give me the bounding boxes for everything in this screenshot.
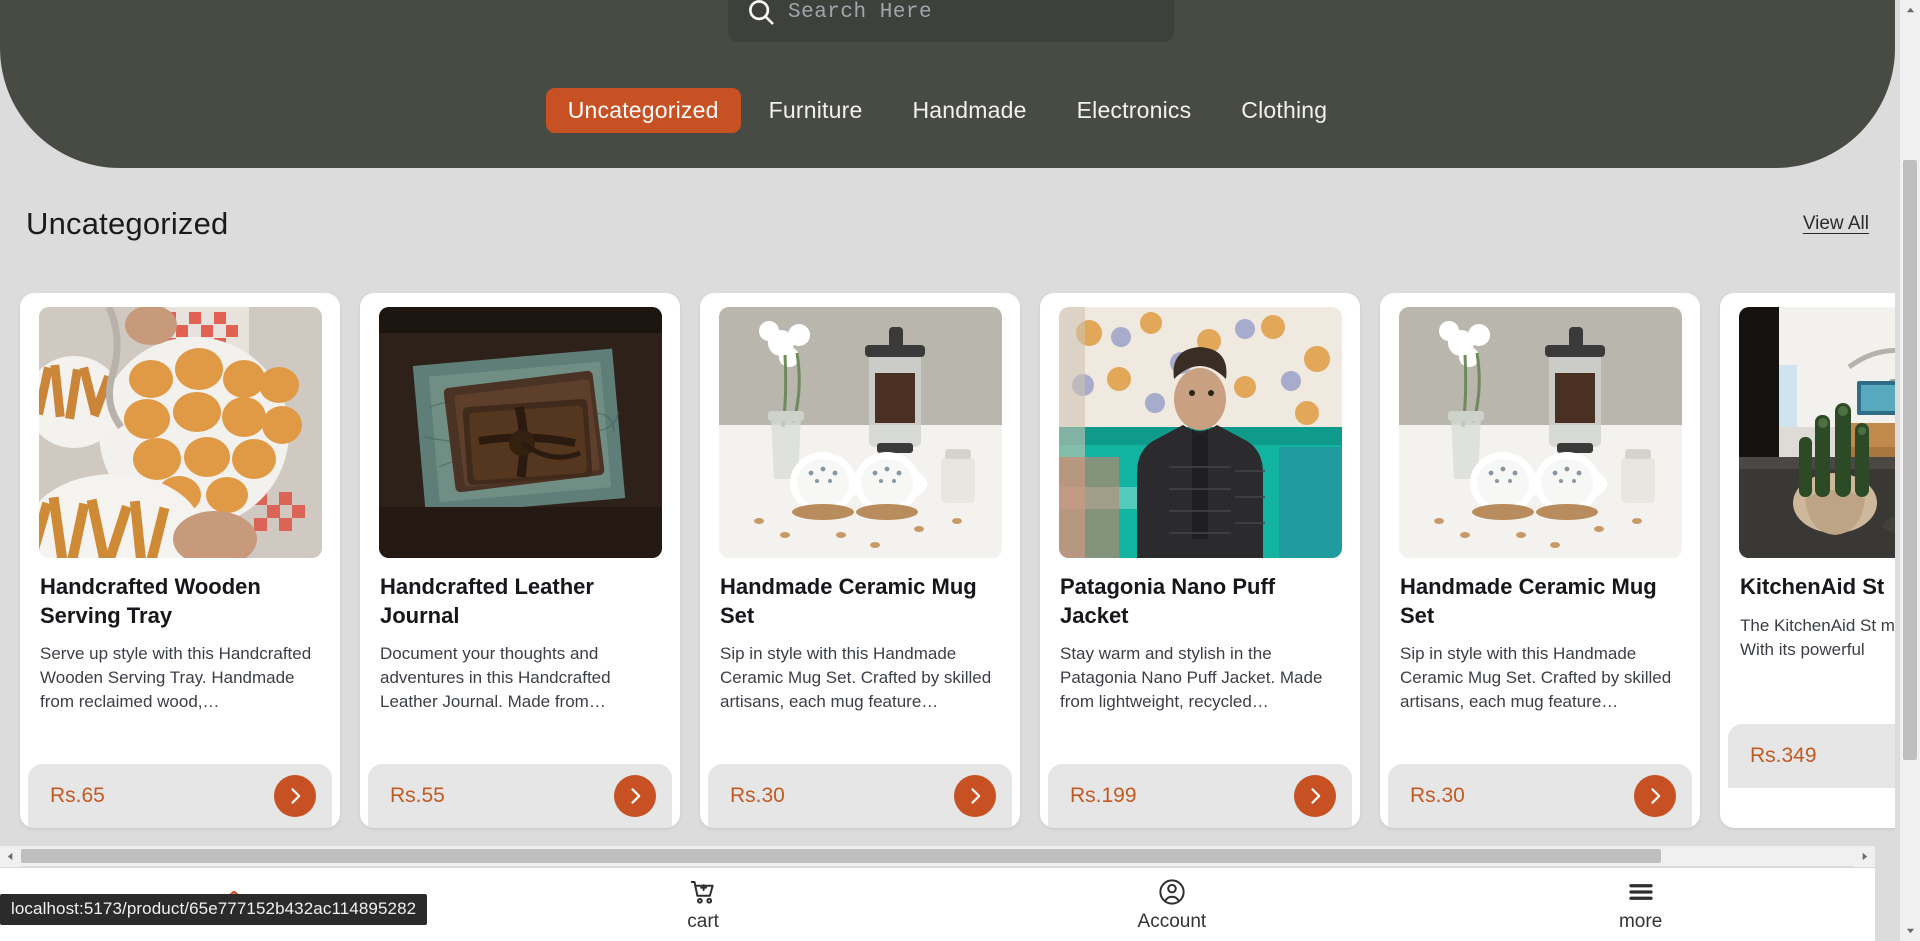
product-image	[1398, 307, 1682, 558]
app-root: Uncategorized Furniture Handmade Electro…	[0, 0, 1920, 941]
product-description: Sip in style with this Handmade Ceramic …	[720, 644, 992, 712]
product-title: KitchenAid St	[1740, 574, 1885, 599]
nav-item-account[interactable]: Account	[938, 877, 1407, 933]
nav-label-cart: cart	[687, 910, 719, 932]
product-title: Handcrafted Wooden Serving Tray	[40, 574, 261, 628]
product-description: Serve up style with this Handcrafted Woo…	[40, 644, 312, 712]
category-tab-handmade[interactable]: Handmade	[890, 88, 1048, 133]
product-description: Stay warm and stylish in the Patagonia N…	[1060, 644, 1323, 712]
account-icon	[1157, 877, 1187, 907]
status-bar-url: localhost:5173/product/65e777152b432ac11…	[0, 894, 428, 925]
product-description: The KitchenAid St must-have for any With…	[1740, 615, 1895, 659]
product-image	[378, 307, 662, 558]
scroll-up-arrow-icon[interactable]	[1900, 0, 1920, 21]
category-tab-uncategorized[interactable]: Uncategorized	[545, 88, 741, 133]
product-description: Document your thoughts and adventures in…	[380, 644, 611, 712]
product-card[interactable]: Handmade Ceramic Mug Set Sip in style wi…	[700, 293, 1020, 828]
product-price-bar: Rs.30	[708, 764, 1012, 828]
product-price: Rs.349	[1750, 744, 1817, 767]
chevron-right-icon	[285, 786, 305, 806]
product-rail[interactable]: Handcrafted Wooden Serving Tray Serve up…	[0, 293, 1895, 838]
vertical-scrollbar[interactable]	[1899, 0, 1920, 941]
section-header: Uncategorized View All	[0, 206, 1895, 242]
hamburger-icon	[1626, 877, 1656, 907]
product-image	[1738, 307, 1895, 558]
category-tab-clothing[interactable]: Clothing	[1219, 88, 1349, 133]
nav-label-more: more	[1618, 910, 1663, 932]
chevron-right-icon	[625, 786, 645, 806]
horizontal-scroll-thumb[interactable]	[21, 848, 1661, 863]
product-details-button[interactable]	[1634, 775, 1676, 817]
product-title: Patagonia Nano Puff Jacket	[1060, 574, 1276, 628]
scroll-left-arrow-icon[interactable]	[0, 845, 21, 867]
product-price: Rs.65	[50, 784, 105, 807]
product-rail-viewport: Handcrafted Wooden Serving Tray Serve up…	[0, 293, 1895, 838]
product-card[interactable]: Handmade Ceramic Mug Set Sip in style wi…	[1380, 293, 1700, 828]
scroll-right-arrow-icon[interactable]	[1854, 845, 1875, 867]
nav-label-account: Account	[1137, 910, 1207, 932]
cart-icon	[688, 877, 718, 907]
product-price: Rs.55	[390, 784, 445, 807]
product-price-bar: Rs.349	[1728, 724, 1895, 788]
search-input[interactable]	[788, 0, 1156, 24]
product-price: Rs.30	[730, 784, 785, 807]
product-card[interactable]: Patagonia Nano Puff Jacket Stay warm and…	[1040, 293, 1360, 828]
product-title: Handcrafted Leather Journal	[380, 574, 594, 628]
product-image	[38, 307, 322, 558]
product-price-bar: Rs.65	[28, 764, 332, 828]
product-card[interactable]: KitchenAid St The KitchenAid St must-hav…	[1720, 293, 1895, 828]
search-icon	[746, 0, 776, 27]
chevron-right-icon	[1645, 786, 1665, 806]
search-bar[interactable]	[728, 0, 1174, 42]
product-description: Sip in style with this Handmade Ceramic …	[1400, 644, 1672, 712]
product-card[interactable]: Handcrafted Leather Journal Document you…	[360, 293, 680, 828]
product-price-bar: Rs.55	[368, 764, 672, 828]
product-image	[1058, 307, 1342, 558]
vertical-scroll-thumb[interactable]	[1903, 160, 1917, 760]
product-title: Handmade Ceramic Mug Set	[720, 574, 977, 628]
horizontal-scrollbar[interactable]	[0, 845, 1875, 867]
product-details-button[interactable]	[1294, 775, 1336, 817]
view-all-link[interactable]: View All	[1803, 213, 1869, 235]
product-details-button[interactable]	[614, 775, 656, 817]
product-image	[718, 307, 1002, 558]
scroll-down-arrow-icon[interactable]	[1900, 920, 1920, 941]
chevron-right-icon	[1305, 786, 1325, 806]
horizontal-scroll-track[interactable]	[21, 846, 1854, 867]
category-nav: Uncategorized Furniture Handmade Electro…	[0, 88, 1895, 133]
site-header: Uncategorized Furniture Handmade Electro…	[0, 0, 1895, 168]
product-price-bar: Rs.30	[1388, 764, 1692, 828]
product-price-bar: Rs.199	[1048, 764, 1352, 828]
product-title: Handmade Ceramic Mug Set	[1400, 574, 1657, 628]
category-tab-furniture[interactable]: Furniture	[747, 88, 885, 133]
nav-item-more[interactable]: more	[1406, 877, 1875, 933]
page-title: Uncategorized	[26, 206, 229, 241]
chevron-right-icon	[965, 786, 985, 806]
product-details-button[interactable]	[274, 775, 316, 817]
product-details-button[interactable]	[954, 775, 996, 817]
product-price: Rs.30	[1410, 784, 1465, 807]
product-card[interactable]: Handcrafted Wooden Serving Tray Serve up…	[20, 293, 340, 828]
product-price: Rs.199	[1070, 784, 1137, 807]
nav-item-cart[interactable]: cart	[469, 877, 938, 933]
category-tab-electronics[interactable]: Electronics	[1055, 88, 1214, 133]
